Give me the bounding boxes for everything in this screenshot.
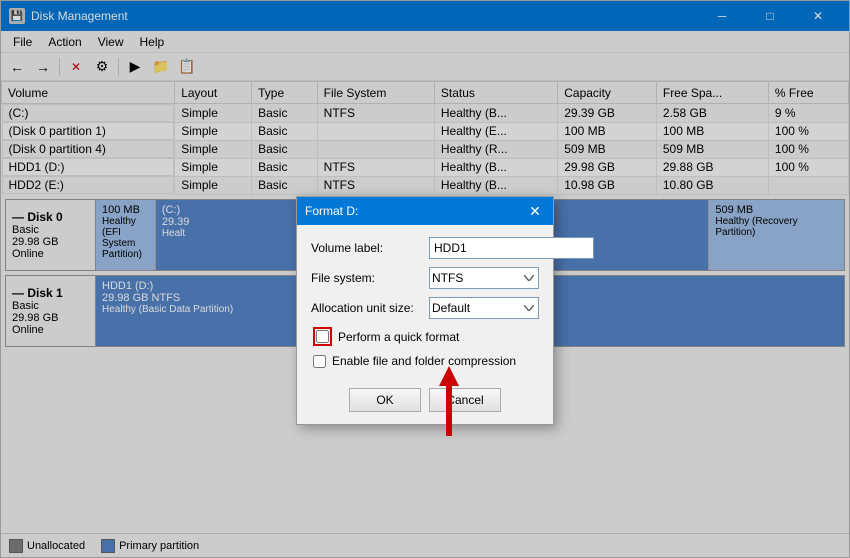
main-window: 💾 Disk Management ─ □ ✕ File Action View… — [0, 0, 850, 558]
volume-label-input[interactable] — [429, 237, 594, 259]
modal-title-bar: Format D: ✕ — [297, 197, 553, 225]
cancel-button[interactable]: Cancel — [429, 388, 501, 412]
compression-row: Enable file and folder compression — [311, 354, 539, 368]
modal-close-button[interactable]: ✕ — [525, 201, 545, 221]
file-system-row: File system: NTFS FAT32 exFAT — [311, 267, 539, 289]
volume-label-row: Volume label: — [311, 237, 539, 259]
quick-format-highlight — [313, 327, 332, 346]
allocation-label: Allocation unit size: — [311, 301, 421, 315]
modal-title: Format D: — [305, 204, 358, 218]
ok-button[interactable]: OK — [349, 388, 421, 412]
file-system-select[interactable]: NTFS FAT32 exFAT — [429, 267, 539, 289]
allocation-select[interactable]: Default 512 1024 2048 4096 — [429, 297, 539, 319]
allocation-row: Allocation unit size: Default 512 1024 2… — [311, 297, 539, 319]
compression-checkbox[interactable] — [313, 355, 326, 368]
modal-footer: OK Cancel — [297, 380, 553, 424]
file-system-label: File system: — [311, 271, 421, 285]
modal-overlay: Format D: ✕ Volume label: File system: N… — [1, 1, 849, 557]
format-dialog: Format D: ✕ Volume label: File system: N… — [296, 196, 554, 425]
modal-body: Volume label: File system: NTFS FAT32 ex… — [297, 225, 553, 380]
quick-format-checkbox[interactable] — [316, 330, 329, 343]
compression-label: Enable file and folder compression — [332, 354, 516, 368]
quick-format-row: Perform a quick format — [311, 327, 539, 346]
volume-label-text: Volume label: — [311, 241, 421, 255]
quick-format-label: Perform a quick format — [338, 330, 459, 344]
